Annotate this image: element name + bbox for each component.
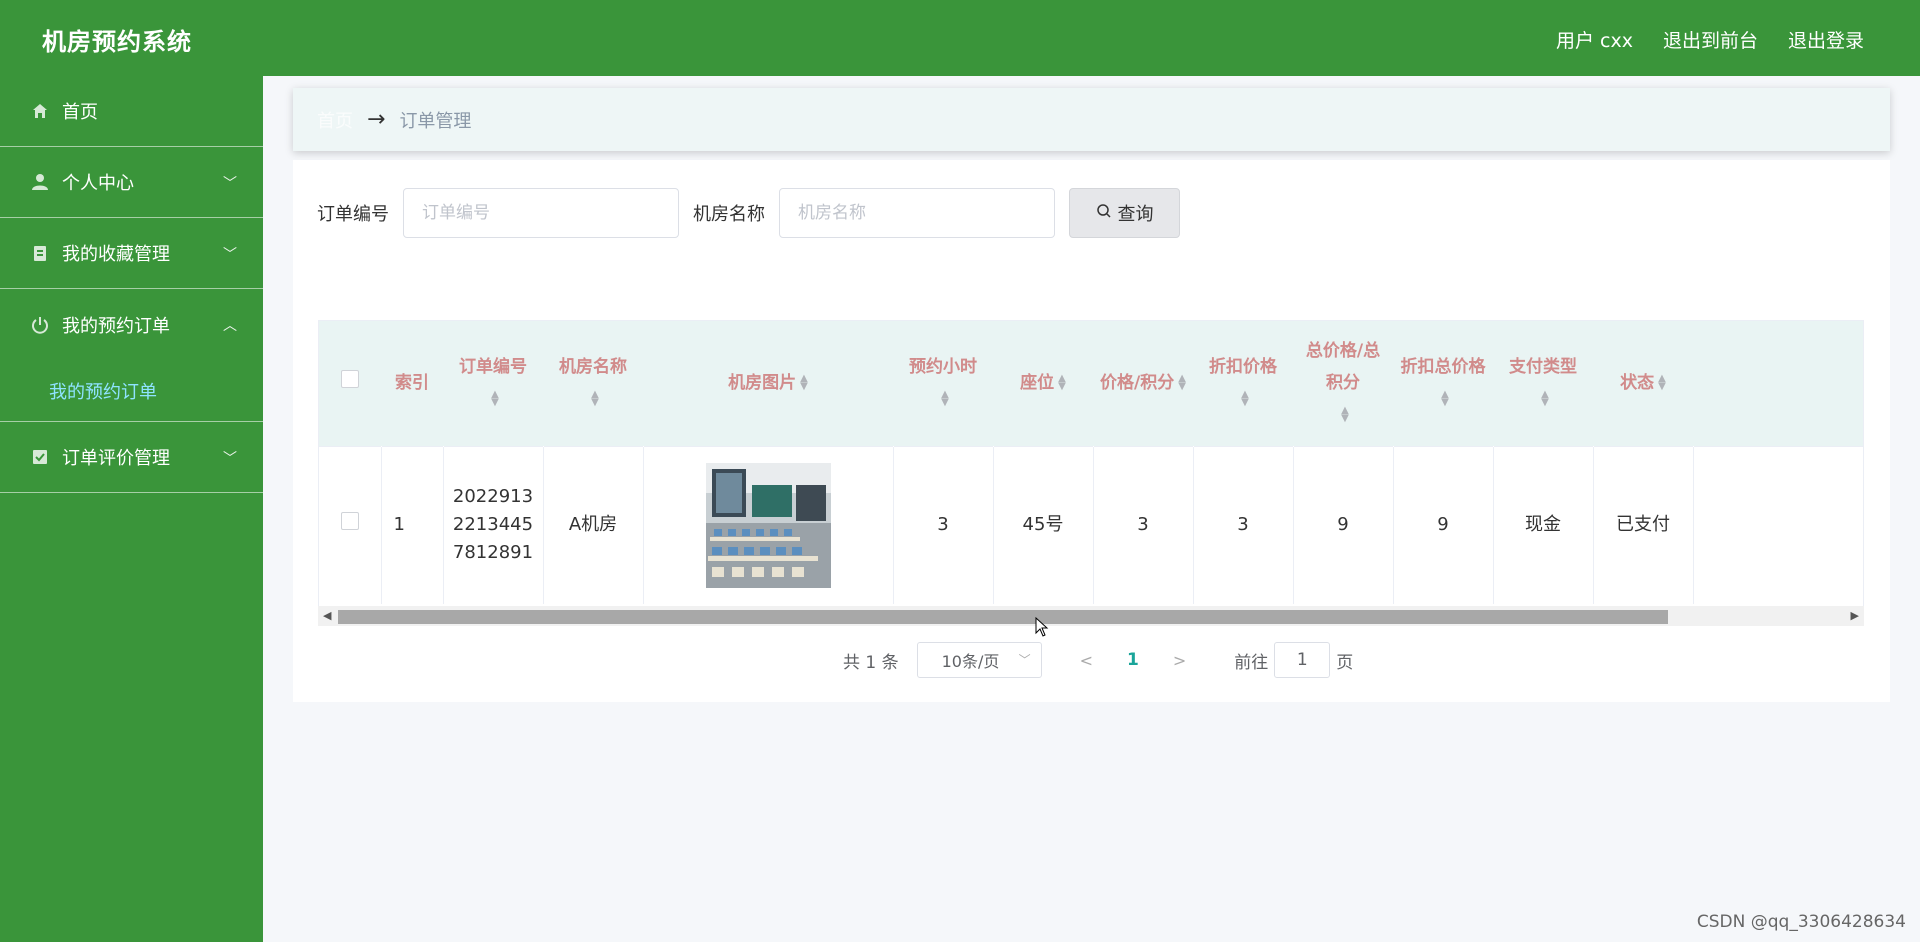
sidebar-item-collection[interactable]: 我的收藏管理 ﹀ xyxy=(0,218,263,289)
cell-discount-price: 3 xyxy=(1193,445,1294,604)
sidebar-item-label: 个人中心 xyxy=(62,173,134,194)
chevron-down-icon: ﹀ xyxy=(223,176,237,192)
cell-room-image[interactable] xyxy=(643,445,894,604)
column-header-discount-price[interactable]: 折扣价格 ▲ ▼ xyxy=(1193,321,1293,446)
column-header-pay-type[interactable]: 支付类型 ▲ ▼ xyxy=(1493,321,1593,446)
main-panel: 订单编号 机房名称 查询 索引 订单编号▲▼ 机房名称▲▼ 机房图片▲▼ xyxy=(293,160,1890,702)
prev-page-icon[interactable]: < xyxy=(1080,651,1093,670)
sort-icon: ▲ ▼ xyxy=(1541,389,1549,409)
pagination: 共 1 条 10条/页 ﹀ < 1 > 前往 1 页 xyxy=(843,642,1353,678)
sort-icon: ▲ ▼ xyxy=(941,389,949,409)
sort-icon: ▲ ▼ xyxy=(1058,373,1066,393)
page-size-select[interactable]: 10条/页 ﹀ xyxy=(916,642,1042,678)
top-header: 机房预约系统 用户 cxx 退出到前台 退出登录 xyxy=(0,0,1920,76)
sort-icon: ▲ ▼ xyxy=(1178,373,1186,393)
header-actions: 用户 cxx 退出到前台 退出登录 xyxy=(1556,26,1864,53)
room-image xyxy=(705,462,831,588)
sidebar-item-my-orders[interactable]: 我的预约订单 ︿ xyxy=(0,289,263,360)
column-header-price[interactable]: 价格/积分 ▲ ▼ xyxy=(1093,321,1193,446)
select-all-checkbox[interactable] xyxy=(319,321,381,446)
search-button[interactable]: 查询 xyxy=(1069,188,1180,238)
cell-hours: 3 xyxy=(893,445,994,604)
page-suffix: 页 xyxy=(1336,652,1354,673)
column-header-status[interactable]: 状态 ▲ ▼ xyxy=(1593,321,1693,446)
column-header-hours[interactable]: 预约小时 ▲ ▼ xyxy=(893,321,993,446)
column-header-order-no[interactable]: 订单编号 ▲ ▼ xyxy=(443,321,543,446)
checkbox-icon xyxy=(30,447,50,467)
collection-icon xyxy=(30,243,50,263)
cell-seat: 45号 xyxy=(993,445,1094,604)
cell-index: 1 xyxy=(381,445,444,604)
sort-icon: ▲ ▼ xyxy=(800,373,808,393)
logout-link[interactable]: 退出登录 xyxy=(1788,26,1864,53)
column-header-room-name[interactable]: 机房名称 ▲ ▼ xyxy=(543,321,643,446)
row-checkbox[interactable] xyxy=(319,445,382,604)
order-no-label: 订单编号 xyxy=(317,204,389,225)
scrollbar-thumb[interactable] xyxy=(338,610,1668,624)
watermark: CSDN @qq_3306428634 xyxy=(1696,912,1906,932)
next-page-icon[interactable]: > xyxy=(1173,651,1186,670)
goto-page-input[interactable]: 1 xyxy=(1274,642,1331,678)
chevron-down-icon: ﹀ xyxy=(223,451,237,467)
sidebar-item-label: 我的预约订单 xyxy=(62,315,170,337)
chevron-up-icon: ︿ xyxy=(223,318,237,334)
column-header-actions xyxy=(1693,321,1863,446)
search-form: 订单编号 机房名称 查询 xyxy=(317,188,1180,238)
user-icon xyxy=(30,172,50,192)
page-number-current[interactable]: 1 xyxy=(1127,650,1139,670)
breadcrumb-current: 订单管理 xyxy=(399,110,472,132)
sort-icon: ▲ ▼ xyxy=(1241,389,1249,409)
exit-to-front-link[interactable]: 退出到前台 xyxy=(1663,26,1758,53)
scroll-left-icon[interactable]: ◀ xyxy=(323,609,331,622)
sort-icon: ▲ ▼ xyxy=(1658,373,1666,393)
chevron-down-icon: ﹀ xyxy=(223,247,237,263)
column-header-room-image[interactable]: 机房图片 ▲ ▼ xyxy=(643,321,893,446)
horizontal-scrollbar[interactable]: ◀ ▶ xyxy=(318,606,1864,626)
chevron-down-icon: ﹀ xyxy=(1018,653,1031,667)
room-name-input[interactable] xyxy=(779,188,1055,238)
power-icon xyxy=(30,315,50,335)
breadcrumb-home[interactable]: 首页 xyxy=(317,107,353,133)
sort-icon: ▲ ▼ xyxy=(1341,405,1349,425)
submenu-item-my-orders[interactable]: 我的预约订单 xyxy=(0,360,263,422)
cell-pay-type: 现金 xyxy=(1493,445,1594,604)
cell-total: 9 xyxy=(1293,445,1394,604)
user-name[interactable]: 用户 cxx xyxy=(1556,26,1633,53)
order-no-input[interactable] xyxy=(403,188,679,238)
column-header-total[interactable]: 总价格/总积分 ▲ ▼ xyxy=(1293,321,1393,446)
column-header-seat[interactable]: 座位 ▲ ▼ xyxy=(993,321,1093,446)
sidebar-item-label: 我的收藏管理 xyxy=(62,244,170,265)
cell-room-name: A机房 xyxy=(543,445,644,604)
cell-actions xyxy=(1693,445,1863,604)
table-row[interactable]: 1 2022913 2213445 7812891 A机房 3 45号 3 3 … xyxy=(319,445,1863,604)
orders-table: 索引 订单编号 ▲ ▼ 机房名称 ▲ ▼ 机房图片 ▲ ▼ 预约小时 ▲ ▼ 座位 ▲ ▼ 价格/积… xyxy=(318,320,1864,626)
column-header-index: 索引 xyxy=(395,373,429,394)
total-count: 共 1 条 xyxy=(843,652,899,673)
cell-price: 3 xyxy=(1093,445,1194,604)
breadcrumb: 首页 → 订单管理 xyxy=(293,88,1890,151)
cell-status: 已支付 xyxy=(1593,445,1694,604)
sidebar-item-home[interactable]: 首页 xyxy=(0,76,263,147)
sidebar-item-personal-center[interactable]: 个人中心 ﹀ xyxy=(0,147,263,218)
room-name-label: 机房名称 xyxy=(693,204,765,225)
sort-icon: ▲ ▼ xyxy=(591,389,599,409)
sidebar-item-label: 首页 xyxy=(62,102,98,123)
sidebar-item-order-reviews[interactable]: 订单评价管理 ﹀ xyxy=(0,422,263,493)
mouse-cursor-icon xyxy=(1035,617,1049,637)
sort-icon: ▲ ▼ xyxy=(1441,389,1449,409)
arrow-right-icon: → xyxy=(367,107,386,132)
goto-label: 前往 xyxy=(1234,652,1269,673)
cell-discount-total: 9 xyxy=(1393,445,1494,604)
table-header-row: 索引 订单编号 ▲ ▼ 机房名称 ▲ ▼ 机房图片 ▲ ▼ 预约小时 ▲ ▼ 座位 ▲ ▼ 价格/积… xyxy=(319,321,1863,446)
app-title: 机房预约系统 xyxy=(42,28,192,56)
search-button-label: 查询 xyxy=(1117,204,1154,225)
sidebar-item-label: 订单评价管理 xyxy=(62,448,170,469)
scroll-right-icon[interactable]: ▶ xyxy=(1851,609,1859,622)
sidebar: 首页 个人中心 ﹀ 我的收藏管理 ﹀ 我的预约订单 ︿ 我的预约订单 订单评价管… xyxy=(0,76,263,942)
sort-icon: ▲ ▼ xyxy=(491,389,499,409)
column-header-discount-total[interactable]: 折扣总价格▲ ▼ xyxy=(1393,321,1493,446)
cell-order-no: 2022913 2213445 7812891 xyxy=(443,445,544,604)
search-icon xyxy=(1096,203,1112,224)
home-icon xyxy=(30,101,50,121)
